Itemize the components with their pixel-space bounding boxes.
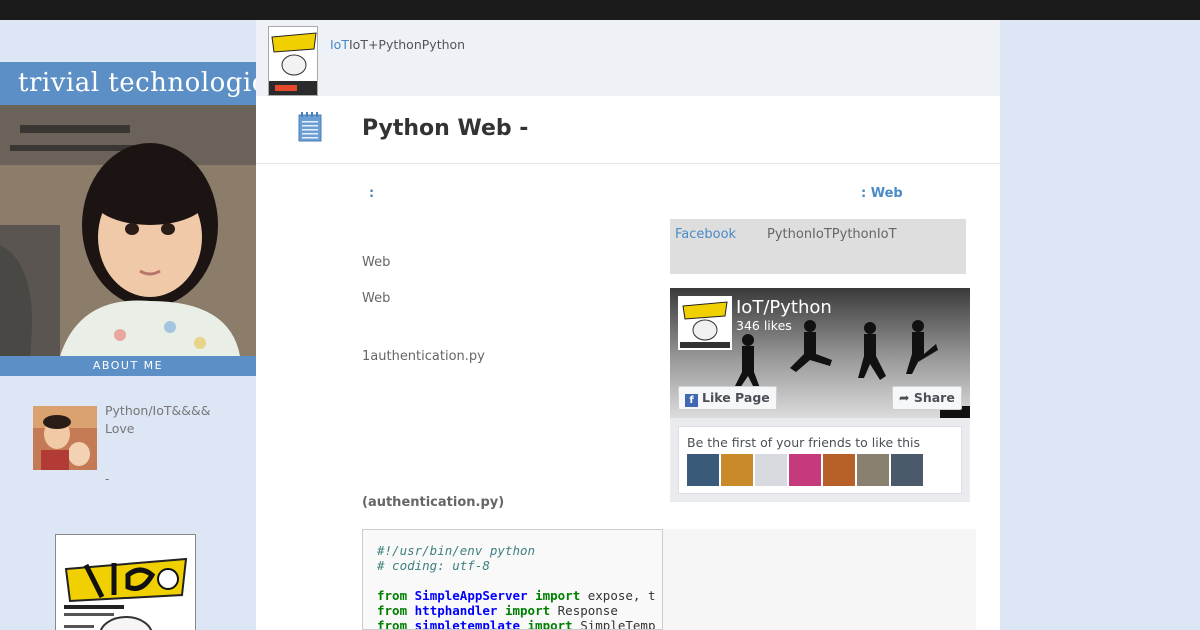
paragraph-web-1: Web bbox=[362, 255, 391, 270]
next-post-link[interactable]: : Web bbox=[861, 186, 903, 201]
code-text: Response bbox=[550, 603, 618, 618]
divider bbox=[256, 163, 1000, 164]
friend-avatar[interactable] bbox=[789, 454, 821, 486]
code-keyword: import bbox=[535, 588, 581, 603]
share-button[interactable]: ➦ Share bbox=[892, 386, 962, 410]
code-module: httphandler bbox=[414, 603, 498, 618]
top-bar bbox=[0, 0, 1200, 20]
facebook-f-icon: f bbox=[685, 394, 698, 407]
code-line: #!/usr/bin/env python bbox=[377, 543, 536, 558]
code-keyword: from bbox=[377, 618, 408, 630]
facebook-link[interactable]: Facebook bbox=[675, 227, 736, 242]
code-caption: (authentication.py) bbox=[362, 495, 505, 510]
facebook-like-count: 346 likes bbox=[736, 318, 792, 333]
share-label: Share bbox=[913, 390, 955, 405]
friend-avatar[interactable] bbox=[755, 454, 787, 486]
profile-description: Python/IoT&&&& Love bbox=[105, 403, 211, 436]
code-text: expose, t bbox=[580, 588, 656, 603]
like-page-label: Like Page bbox=[702, 390, 770, 405]
code-keyword: import bbox=[527, 618, 573, 630]
facebook-cover-photo[interactable]: IoT/Python 346 likes f Like Page ➦ Share bbox=[670, 288, 970, 418]
facebook-page-widget: IoT/Python 346 likes f Like Page ➦ Share … bbox=[670, 288, 970, 502]
share-arrow-icon: ➦ bbox=[899, 390, 910, 405]
blog-logo-thumbnail[interactable] bbox=[268, 26, 318, 96]
code-keyword: import bbox=[504, 603, 551, 618]
main-content: IoTIoT+PythonPython Python Web - : : Web… bbox=[256, 20, 1000, 630]
blog-header: IoTIoT+PythonPython bbox=[256, 20, 1000, 96]
facebook-page-name[interactable]: IoT/Python bbox=[736, 297, 832, 318]
code-module: simpletemplate bbox=[414, 618, 520, 630]
code-line: # coding: utf-8 bbox=[377, 558, 490, 573]
code-block[interactable]: #!/usr/bin/env python # coding: utf-8 fr… bbox=[362, 529, 663, 630]
code-keyword: from bbox=[377, 588, 408, 603]
profile-dash: - bbox=[105, 472, 110, 486]
header-photo bbox=[0, 105, 256, 356]
friend-avatar[interactable] bbox=[721, 454, 753, 486]
code-text: SimpleTemp bbox=[572, 618, 656, 630]
file-name-text: 1authentication.py bbox=[362, 349, 485, 364]
sidebar: trivial technologies ABOUT ME Python/IoT… bbox=[0, 20, 281, 630]
site-title-bar[interactable]: trivial technologies bbox=[0, 62, 281, 105]
friend-avatar[interactable] bbox=[891, 454, 923, 486]
previous-post-link[interactable]: : bbox=[369, 186, 374, 201]
facebook-notice: Facebook PythonIoTPythonIoT bbox=[670, 219, 966, 274]
profile-photo bbox=[33, 406, 97, 470]
friend-avatar[interactable] bbox=[857, 454, 889, 486]
about-me-label[interactable]: ABOUT ME bbox=[0, 356, 256, 376]
friend-avatar[interactable] bbox=[687, 454, 719, 486]
book-cover-image[interactable] bbox=[55, 534, 196, 630]
friend-avatar[interactable] bbox=[823, 454, 855, 486]
blog-home-link[interactable]: IoT bbox=[330, 37, 349, 52]
friends-like-text: Be the first of your friends to like thi… bbox=[687, 435, 921, 450]
code-keyword: from bbox=[377, 603, 408, 618]
code-module: SimpleAppServer bbox=[414, 588, 528, 603]
notepad-icon bbox=[298, 112, 322, 142]
facebook-friends-box: Be the first of your friends to like thi… bbox=[678, 426, 962, 494]
post-title: Python Web - bbox=[362, 116, 529, 141]
friends-avatars bbox=[687, 454, 923, 486]
facebook-notice-text: PythonIoTPythonIoT bbox=[767, 227, 897, 242]
like-page-button[interactable]: f Like Page bbox=[678, 386, 777, 410]
site-title[interactable]: trivial technologies bbox=[18, 68, 281, 98]
blog-tagline-text: IoT+PythonPython bbox=[348, 37, 466, 52]
facebook-page-avatar[interactable] bbox=[678, 296, 732, 350]
paragraph-web-2: Web bbox=[362, 291, 391, 306]
blog-tagline: IoTIoT+PythonPython bbox=[330, 37, 465, 52]
